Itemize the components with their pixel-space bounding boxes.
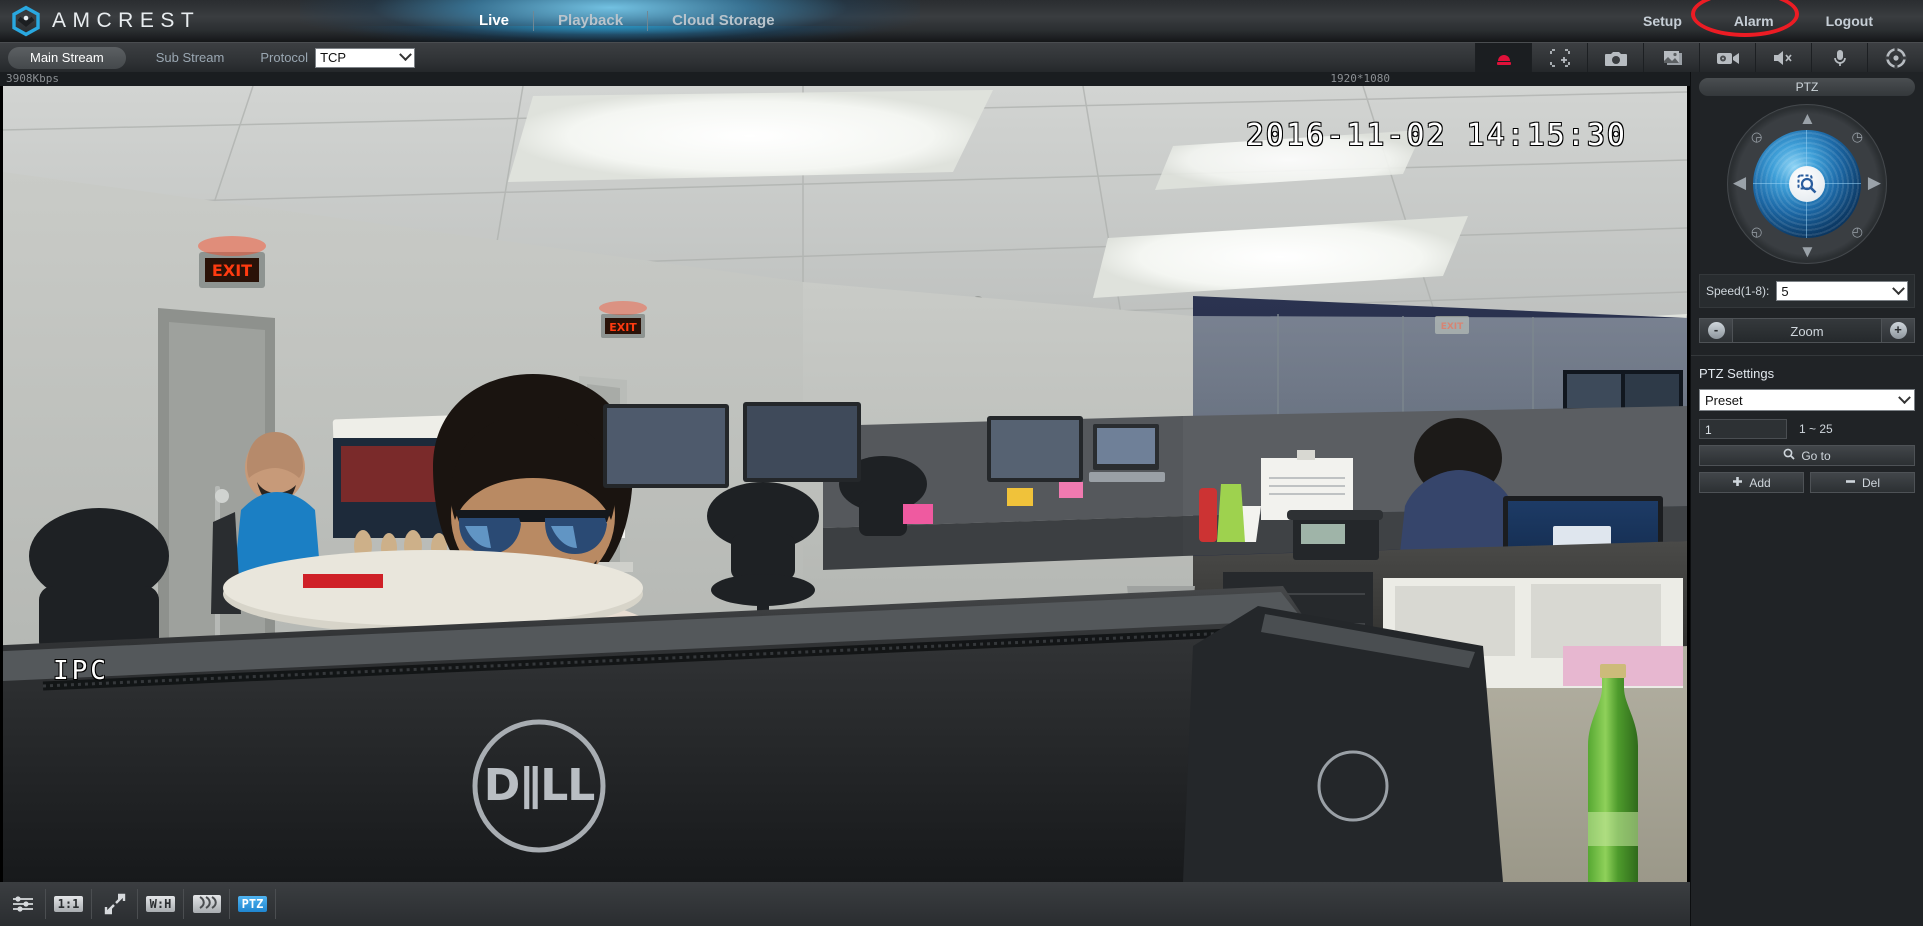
protocol-select[interactable]: TCP: [315, 47, 416, 68]
zoom-region-icon[interactable]: [1531, 43, 1587, 73]
ptz-speed-value: 5: [1781, 283, 1789, 299]
svg-text:EXIT: EXIT: [609, 321, 637, 334]
del-label: Del: [1861, 475, 1880, 490]
nav-alarm[interactable]: Alarm: [1708, 0, 1800, 42]
target-icon[interactable]: [1867, 43, 1923, 73]
ptz-down-left-arrow-icon[interactable]: ◵: [1751, 225, 1762, 238]
ptz-function-select[interactable]: Preset: [1699, 389, 1915, 411]
stream-info-bar: 3908Kbps 1920*1080: [0, 72, 1690, 86]
ptz-preset-row: 1 1 ~ 25: [1699, 419, 1915, 439]
fluency-icon[interactable]: [184, 889, 230, 919]
brand-logo[interactable]: AMCREST: [10, 5, 200, 37]
image-adjust-icon[interactable]: [0, 889, 46, 919]
ptz-settings-section: PTZ Settings Preset 1 1 ~ 25 Go to Add D…: [1691, 355, 1923, 493]
ptz-zoom-label: Zoom: [1733, 318, 1881, 343]
resolution-value: 1920*1080: [1330, 72, 1390, 85]
ptz-up-arrow-icon[interactable]: ▲: [1799, 110, 1816, 127]
ptz-left-arrow-icon[interactable]: ◀: [1733, 174, 1746, 191]
ptz-panel: PTZ ▲ ▼ ◀ ▶ ◶ ◷ ◵ ◴ Speed(1-8): 5 - Zoom…: [1690, 72, 1923, 926]
nav-setup[interactable]: Setup: [1617, 0, 1708, 42]
chevron-down-icon: [399, 48, 412, 62]
stream-toolbar: Main Stream Sub Stream Protocol TCP: [0, 42, 1923, 73]
multi-snapshot-icon[interactable]: [1643, 43, 1699, 73]
ptz-function-value: Preset: [1705, 392, 1743, 408]
amcrest-hexagon-logo-icon: [10, 5, 42, 37]
plus-icon: [1732, 476, 1743, 490]
osd-channel-name: IPC: [53, 656, 109, 686]
add-label: Add: [1749, 475, 1771, 490]
chevron-down-icon: [1898, 390, 1911, 404]
zoom-in-label: +: [1889, 322, 1907, 339]
alarm-icon[interactable]: [1475, 43, 1531, 73]
goto-label: Go to: [1801, 448, 1831, 463]
nav-playback[interactable]: Playback: [534, 0, 647, 42]
ptz-direction-pad[interactable]: ▲ ▼ ◀ ▶ ◶ ◷ ◵ ◴: [1727, 104, 1887, 264]
ptz-zoom-magnifier-icon[interactable]: [1789, 166, 1825, 202]
bitrate-value: 3908Kbps: [6, 72, 59, 85]
ptz-panel-title: PTZ: [1699, 78, 1915, 96]
ptz-down-right-arrow-icon[interactable]: ◴: [1852, 225, 1863, 238]
svg-text:EXIT: EXIT: [212, 261, 252, 280]
nav-logout[interactable]: Logout: [1800, 0, 1899, 42]
preset-number-input[interactable]: 1: [1699, 419, 1787, 439]
ptz-speed-row: Speed(1-8): 5: [1699, 274, 1915, 308]
live-video-feed[interactable]: EXIT EXIT EXIT: [3, 86, 1687, 882]
ptz-speed-label: Speed(1-8):: [1706, 284, 1770, 298]
ptz-down-arrow-icon[interactable]: ▼: [1799, 243, 1816, 260]
microphone-icon[interactable]: [1811, 43, 1867, 73]
record-icon[interactable]: [1699, 43, 1755, 73]
nav-live[interactable]: Live: [455, 0, 533, 42]
ptz-speed-select[interactable]: 5: [1776, 281, 1908, 301]
fluency-waves-icon: [192, 895, 221, 913]
width-height-icon[interactable]: W:H: [138, 889, 184, 919]
office-camera-scene: EXIT EXIT EXIT: [3, 86, 1687, 882]
one-to-one-icon[interactable]: 1:1: [46, 889, 92, 919]
zoom-out-button[interactable]: -: [1699, 318, 1733, 343]
brand-name: AMCREST: [52, 9, 201, 32]
chevron-down-icon: [1892, 281, 1905, 295]
ptz-up-right-arrow-icon[interactable]: ◷: [1852, 130, 1863, 143]
width-height-label: W:H: [145, 896, 176, 912]
live-tool-icons: [1475, 43, 1923, 73]
ptz-up-left-arrow-icon[interactable]: ◶: [1751, 130, 1762, 143]
svg-text:D∥LL: D∥LL: [484, 760, 595, 811]
zoom-in-button[interactable]: +: [1881, 318, 1915, 343]
ptz-toggle-label: PTZ: [237, 896, 268, 912]
one-to-one-label: 1:1: [53, 896, 84, 912]
ptz-zoom-row: - Zoom +: [1699, 318, 1915, 343]
fullscreen-icon[interactable]: [92, 889, 138, 919]
protocol-label: Protocol: [260, 50, 309, 65]
video-bottom-toolbar: 1:1 W:H PTZ: [0, 882, 1690, 926]
video-panel: 3908Kbps 1920*1080 EXIT EXIT D∥LL 2016-1…: [0, 72, 1690, 926]
nav-cloud-storage[interactable]: Cloud Storage: [648, 0, 799, 42]
minus-icon: [1845, 476, 1856, 490]
protocol-value: TCP: [320, 50, 347, 65]
main-navigation: Live Playback Cloud Storage: [455, 0, 799, 42]
tab-sub-stream[interactable]: Sub Stream: [156, 50, 225, 65]
add-preset-button[interactable]: Add: [1699, 472, 1804, 493]
zoom-out-label: -: [1707, 322, 1725, 339]
del-preset-button[interactable]: Del: [1810, 472, 1915, 493]
ptz-toggle-icon[interactable]: PTZ: [230, 889, 276, 919]
ptz-settings-title: PTZ Settings: [1699, 366, 1775, 381]
preset-range-label: 1 ~ 25: [1799, 422, 1833, 436]
snapshot-icon[interactable]: [1587, 43, 1643, 73]
app-header: AMCREST Live Playback Cloud Storage Setu…: [0, 0, 1923, 42]
mute-speaker-icon[interactable]: [1755, 43, 1811, 73]
goto-button[interactable]: Go to: [1699, 445, 1915, 466]
ptz-right-arrow-icon[interactable]: ▶: [1868, 174, 1881, 191]
tab-main-stream[interactable]: Main Stream: [8, 46, 126, 69]
preset-add-del-row: Add Del: [1699, 472, 1915, 493]
search-icon: [1783, 448, 1795, 463]
osd-timestamp: 2016-11-02 14:15:30: [1245, 118, 1627, 153]
account-navigation: Setup Alarm Logout: [1617, 0, 1899, 42]
